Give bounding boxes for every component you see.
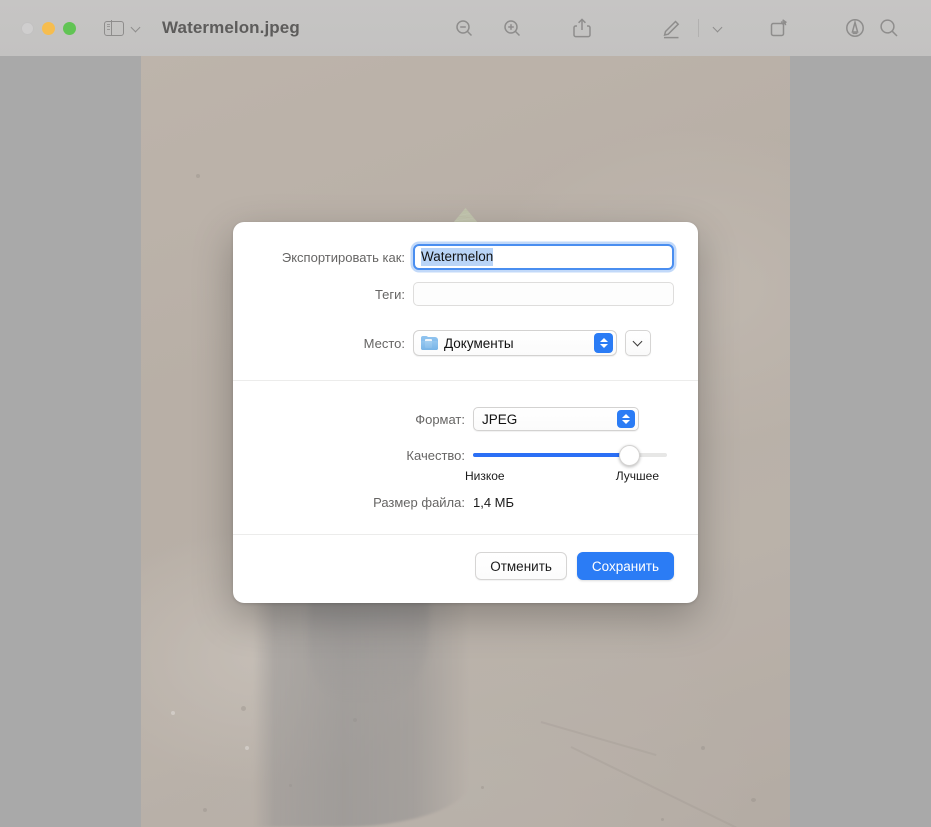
quality-row: Качество: xyxy=(233,445,698,465)
place-label: Место: xyxy=(233,336,413,351)
zoom-in-button[interactable] xyxy=(488,8,536,48)
export-as-row: Экспортировать как: Watermelon xyxy=(233,244,698,270)
chevron-down-icon xyxy=(634,339,642,347)
preview-window: Watermelon.jpeg xyxy=(0,0,931,827)
format-label: Формат: xyxy=(233,412,473,427)
dialog-section-destination: Экспортировать как: Watermelon Теги: Мес… xyxy=(233,222,698,380)
rotate-icon xyxy=(768,17,790,39)
place-value: Документы xyxy=(444,336,514,351)
place-stepper-icon xyxy=(594,333,613,353)
toolbar-search-area xyxy=(865,0,913,56)
quality-slider[interactable] xyxy=(473,445,667,465)
file-size-value: 1,4 МБ xyxy=(473,495,514,510)
share-icon xyxy=(572,17,592,39)
place-popup-button[interactable]: Документы xyxy=(413,330,617,356)
quality-label: Качество: xyxy=(233,448,473,463)
sidebar-toggle-group[interactable] xyxy=(104,21,140,36)
export-name-input[interactable]: Watermelon xyxy=(413,244,674,270)
chevron-down-icon xyxy=(714,24,723,33)
chevron-down-icon[interactable] xyxy=(131,24,140,33)
quality-best-label: Лучшее xyxy=(616,469,659,483)
markup-pen-icon xyxy=(661,16,683,40)
slider-fill xyxy=(473,453,628,457)
search-button[interactable] xyxy=(865,8,913,48)
place-row: Место: Документы xyxy=(233,330,698,356)
export-dialog: Экспортировать как: Watermelon Теги: Мес… xyxy=(233,222,698,603)
slider-knob[interactable] xyxy=(619,445,640,466)
export-name-value: Watermelon xyxy=(421,248,493,266)
toolbar-actions xyxy=(440,0,879,56)
minimize-window-button[interactable] xyxy=(42,22,55,35)
tags-input[interactable] xyxy=(413,282,674,306)
save-button[interactable]: Сохранить xyxy=(577,552,674,580)
markup-options-button[interactable] xyxy=(701,8,735,48)
expand-browser-button[interactable] xyxy=(625,330,651,356)
format-popup-button[interactable]: JPEG xyxy=(473,407,639,431)
cancel-button[interactable]: Отменить xyxy=(475,552,567,580)
annotate-circle-a-icon xyxy=(844,17,866,39)
dialog-section-format: Формат: JPEG Качество: Низкое Лучшее xyxy=(233,381,698,534)
zoom-out-button[interactable] xyxy=(440,8,488,48)
folder-icon xyxy=(421,336,438,350)
dialog-actions: Отменить Сохранить xyxy=(233,535,698,580)
export-as-label: Экспортировать как: xyxy=(233,250,413,265)
format-row: Формат: JPEG xyxy=(233,407,698,431)
tags-label: Теги: xyxy=(233,287,413,302)
toolbar-divider xyxy=(698,19,699,37)
file-size-row: Размер файла: 1,4 МБ xyxy=(233,495,698,510)
sidebar-view-icon[interactable] xyxy=(104,21,124,36)
zoom-out-icon xyxy=(454,18,474,38)
rotate-button[interactable] xyxy=(755,8,803,48)
close-window-button[interactable] xyxy=(21,22,34,35)
markup-button[interactable] xyxy=(648,8,696,48)
format-value: JPEG xyxy=(481,412,517,427)
zoom-in-icon xyxy=(502,18,522,38)
window-titlebar: Watermelon.jpeg xyxy=(0,0,931,56)
share-button[interactable] xyxy=(558,8,606,48)
quality-low-label: Низкое xyxy=(465,469,505,483)
traffic-lights xyxy=(21,22,76,35)
maximize-window-button[interactable] xyxy=(63,22,76,35)
format-stepper-icon xyxy=(617,410,635,428)
quality-scale-labels: Низкое Лучшее xyxy=(465,469,659,483)
file-size-label: Размер файла: xyxy=(233,495,473,510)
search-icon xyxy=(878,17,900,39)
page-title: Watermelon.jpeg xyxy=(162,18,300,38)
tags-row: Теги: xyxy=(233,282,698,306)
